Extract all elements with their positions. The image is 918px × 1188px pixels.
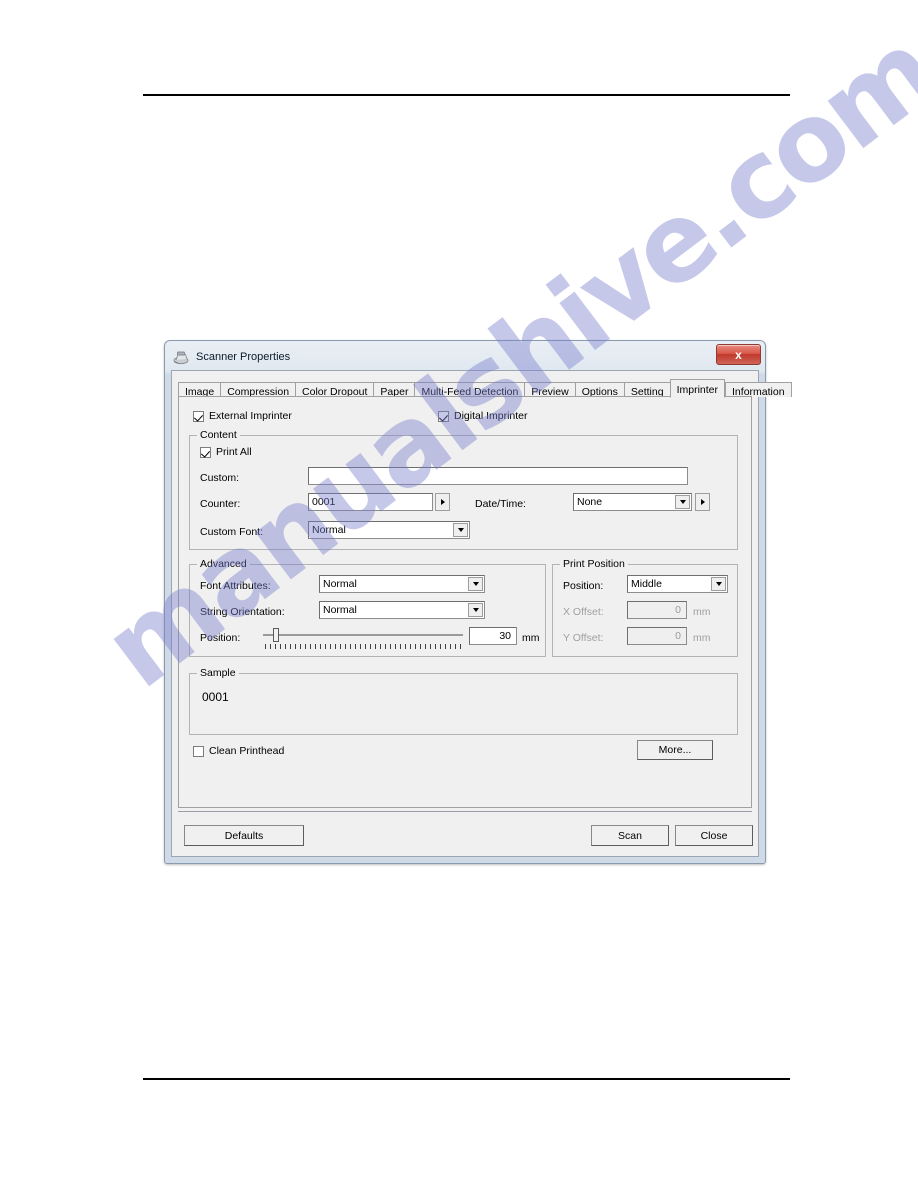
- more-button-label: More...: [658, 744, 692, 756]
- digital-imprinter-checkbox[interactable]: Digital Imprinter: [438, 410, 528, 422]
- checkbox-indicator: [200, 446, 211, 458]
- tab-paper[interactable]: Paper: [373, 382, 415, 398]
- checkbox-indicator: [193, 410, 204, 422]
- scanner-properties-window: Scanner Properties x Image Compression C…: [164, 340, 792, 864]
- position-unit-label: mm: [522, 632, 540, 644]
- slider-thumb[interactable]: [272, 628, 279, 642]
- print-all-label: Print All: [216, 446, 252, 458]
- y-offset-label: Y Offset:: [563, 632, 604, 644]
- scanner-icon: [172, 348, 190, 366]
- string-orientation-label: String Orientation:: [200, 606, 285, 618]
- datetime-value: None: [577, 496, 603, 508]
- sample-group: Sample 0001: [189, 667, 738, 735]
- slider-ticks: [265, 644, 461, 649]
- font-attributes-dropdown[interactable]: Normal: [319, 575, 485, 593]
- close-button-label: Close: [700, 829, 728, 842]
- datetime-dropdown[interactable]: None: [573, 493, 692, 511]
- page-footer-rule: [143, 1078, 790, 1080]
- sample-value: 0001: [202, 690, 229, 704]
- tab-image[interactable]: Image: [178, 382, 221, 398]
- advanced-position-label: Position:: [200, 632, 241, 644]
- custom-font-dropdown[interactable]: Normal: [308, 521, 470, 539]
- tab-information[interactable]: Information: [725, 382, 792, 398]
- tab-bar: Image Compression Color Dropout Paper Mu…: [178, 377, 792, 398]
- tab-options[interactable]: Options: [574, 382, 624, 398]
- y-offset-value: 0: [675, 630, 681, 642]
- chevron-down-icon[interactable]: [675, 495, 690, 509]
- font-attributes-value: Normal: [323, 578, 357, 590]
- position-slider[interactable]: [263, 627, 463, 649]
- string-orientation-dropdown[interactable]: Normal: [319, 601, 485, 619]
- external-imprinter-label: External Imprinter: [209, 410, 292, 422]
- y-offset-unit-label: mm: [693, 632, 711, 644]
- digital-imprinter-label: Digital Imprinter: [454, 410, 528, 422]
- close-button[interactable]: Close: [675, 825, 753, 846]
- chevron-down-icon[interactable]: [468, 577, 483, 591]
- slider-track: [263, 634, 463, 636]
- font-attributes-label: Font Attributes:: [200, 580, 271, 592]
- print-position-value: Middle: [631, 578, 662, 590]
- chevron-right-icon: [440, 499, 445, 505]
- external-imprinter-checkbox[interactable]: External Imprinter: [193, 410, 292, 422]
- datetime-spin-button[interactable]: [695, 493, 710, 511]
- advanced-group: Advanced Font Attributes: Normal String …: [189, 558, 546, 657]
- position-value-input[interactable]: [469, 627, 517, 645]
- checkbox-indicator: [193, 745, 204, 757]
- print-position-group-label: Print Position: [560, 558, 628, 570]
- defaults-button-label: Defaults: [224, 829, 264, 842]
- imprinter-tab-panel: External Imprinter Digital Imprinter Con…: [178, 396, 752, 808]
- print-position-label: Position:: [563, 580, 604, 592]
- close-icon: x: [735, 347, 742, 362]
- datetime-label: Date/Time:: [475, 498, 526, 510]
- print-all-checkbox[interactable]: Print All: [200, 446, 252, 458]
- clean-printhead-label: Clean Printhead: [209, 745, 285, 757]
- counter-spin-button[interactable]: [435, 493, 450, 511]
- custom-font-value: Normal: [312, 524, 346, 536]
- window-title: Scanner Properties: [196, 351, 291, 363]
- close-window-button[interactable]: x: [716, 344, 761, 365]
- chevron-down-icon[interactable]: [711, 577, 726, 591]
- more-button[interactable]: More...: [637, 740, 713, 760]
- custom-font-label: Custom Font:: [200, 526, 264, 538]
- counter-input[interactable]: [308, 493, 433, 511]
- y-offset-input: 0: [627, 627, 687, 645]
- content-group-label: Content: [197, 429, 240, 441]
- tab-imprinter[interactable]: Imprinter: [669, 379, 726, 398]
- custom-input[interactable]: [308, 467, 688, 485]
- chevron-down-icon[interactable]: [453, 523, 468, 537]
- string-orientation-value: Normal: [323, 604, 357, 616]
- tab-setting[interactable]: Setting: [623, 382, 670, 398]
- x-offset-value: 0: [675, 604, 681, 616]
- tab-color-dropout[interactable]: Color Dropout: [295, 382, 374, 398]
- tab-compression[interactable]: Compression: [220, 382, 296, 398]
- x-offset-label: X Offset:: [563, 606, 604, 618]
- tab-preview[interactable]: Preview: [524, 382, 575, 398]
- tab-multi-feed-detection[interactable]: Multi-Feed Detection: [414, 382, 525, 398]
- advanced-group-label: Advanced: [197, 558, 250, 570]
- defaults-button[interactable]: Defaults: [184, 825, 304, 846]
- clean-printhead-checkbox[interactable]: Clean Printhead: [193, 745, 284, 757]
- print-position-group: Print Position Position: Middle X Offset…: [552, 558, 738, 657]
- scan-button[interactable]: Scan: [591, 825, 669, 846]
- x-offset-unit-label: mm: [693, 606, 711, 618]
- counter-label: Counter:: [200, 498, 241, 510]
- custom-label: Custom:: [200, 472, 240, 484]
- checkbox-indicator: [438, 410, 449, 422]
- chevron-down-icon[interactable]: [468, 603, 483, 617]
- footer-separator: [178, 811, 752, 812]
- scan-button-label: Scan: [618, 829, 642, 842]
- chevron-right-icon: [700, 499, 705, 505]
- tab-label: Imprinter: [676, 384, 719, 396]
- sample-group-label: Sample: [197, 667, 239, 679]
- x-offset-input: 0: [627, 601, 687, 619]
- window-titlebar: Scanner Properties x: [168, 344, 762, 370]
- page-header-rule: [143, 94, 790, 96]
- content-group: Content Print All Custom: Counter: Date/…: [189, 429, 738, 550]
- window-client-area: Image Compression Color Dropout Paper Mu…: [171, 370, 792, 857]
- print-position-dropdown[interactable]: Middle: [627, 575, 728, 593]
